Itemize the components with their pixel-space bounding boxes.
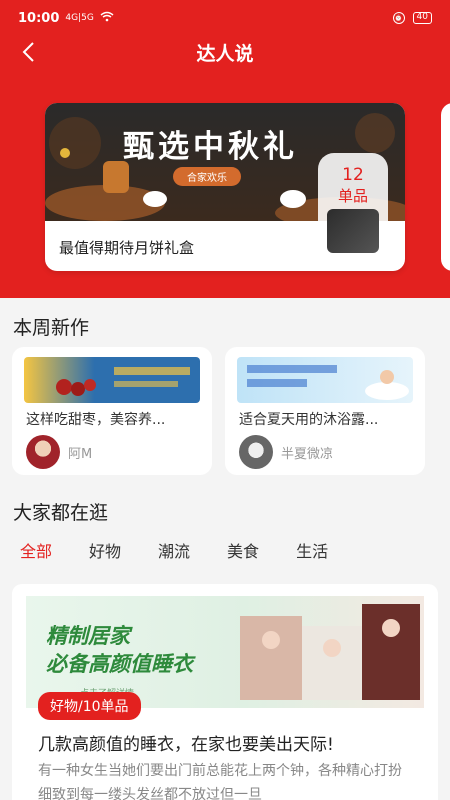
tab-trend[interactable]: 潮流 <box>158 538 190 562</box>
category-tabs: 全部 好物 潮流 美食 生活 <box>20 538 328 562</box>
back-button[interactable] <box>14 38 42 66</box>
tab-all[interactable]: 全部 <box>20 538 52 562</box>
article-image-line2: 必备高颜值睡衣 <box>46 652 193 676</box>
hero-image-title: 甄选中秋礼 <box>123 129 298 165</box>
nav-bar: 达人说 <box>0 36 450 68</box>
article-image-line1: 精制居家 <box>46 624 130 648</box>
status-bar: 10:00 4G|5G ⏰ 40 <box>0 0 450 36</box>
section-title-weekly: 本周新作 <box>13 317 90 339</box>
alarm-icon: ⏰ <box>392 12 405 24</box>
weekly-card-title: 这样吃甜枣，美容养... <box>26 412 166 428</box>
chevron-left-icon <box>22 42 34 62</box>
product-thumbnail <box>327 209 379 253</box>
avatar <box>239 435 273 469</box>
author-name: 阿M <box>68 447 93 462</box>
category-badge: 好物/10单品 <box>38 692 141 720</box>
weekly-card[interactable]: 这样吃甜枣，美容养... 阿M <box>12 347 212 475</box>
product-count: 12 <box>342 165 364 185</box>
hero-image-subtitle: 合家欢乐 <box>173 167 241 186</box>
product-count-tag: 12 单品 <box>318 153 388 261</box>
wifi-icon <box>100 11 114 25</box>
battery-icon: 40 <box>412 12 432 24</box>
weekly-card-title: 适合夏天用的沐浴露... <box>239 412 379 428</box>
next-hero-card-peek[interactable] <box>441 103 450 271</box>
weekly-card[interactable]: 适合夏天用的沐浴露... 半夏微凉 <box>225 347 425 475</box>
author-name: 半夏微凉 <box>281 447 334 462</box>
hero-card[interactable]: 甄选中秋礼 合家欢乐 最值得期待月饼礼盒 12 单品 <box>45 103 405 271</box>
tab-food[interactable]: 美食 <box>227 538 259 562</box>
weekly-card-image <box>237 357 413 403</box>
tab-life[interactable]: 生活 <box>296 538 328 562</box>
article-description: 有一种女生当她们要出门前总能花上两个钟，各种精心打扮细致到每一缕头发丝都不放过但… <box>38 763 402 800</box>
page-title: 达人说 <box>196 42 254 65</box>
product-count-unit: 单品 <box>337 187 368 205</box>
status-time: 10:00 <box>18 10 60 26</box>
article-title: 几款高颜值的睡衣，在家也要美出天际! <box>38 735 334 755</box>
article-card[interactable]: 精制居家 必备高颜值睡衣 点击了解详情 好物/10单品 几款高颜值的睡衣，在家也… <box>12 584 438 800</box>
hero-caption: 最值得期待月饼礼盒 <box>59 239 195 257</box>
weekly-card-image <box>24 357 200 403</box>
tab-goods[interactable]: 好物 <box>89 538 121 562</box>
section-title-browse: 大家都在逛 <box>13 502 109 524</box>
avatar <box>26 435 60 469</box>
signal-icon: 4G|5G <box>65 12 94 23</box>
